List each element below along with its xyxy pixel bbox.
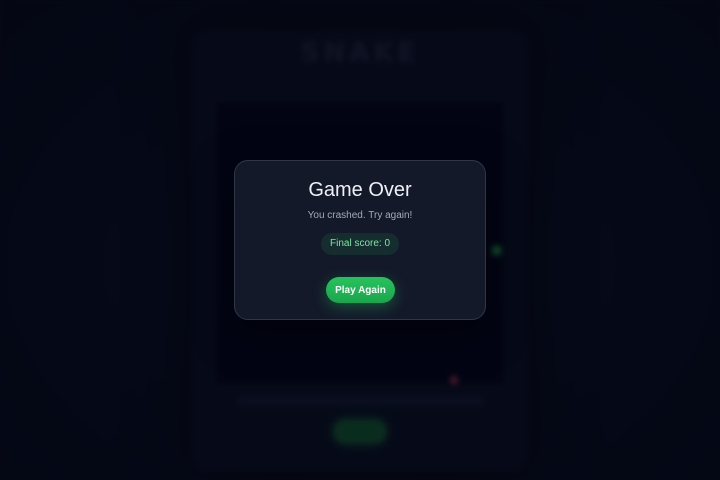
game-over-dialog: Game Over You crashed. Try again! Final … — [234, 160, 486, 320]
final-score-value: 0 — [384, 238, 391, 249]
play-again-button[interactable]: Play Again — [326, 277, 395, 303]
dialog-message: You crashed. Try again! — [307, 210, 413, 221]
final-score-badge: Final score: 0 — [321, 233, 399, 255]
dialog-title: Game Over — [308, 179, 412, 201]
final-score-label: Final score: — [329, 238, 385, 249]
